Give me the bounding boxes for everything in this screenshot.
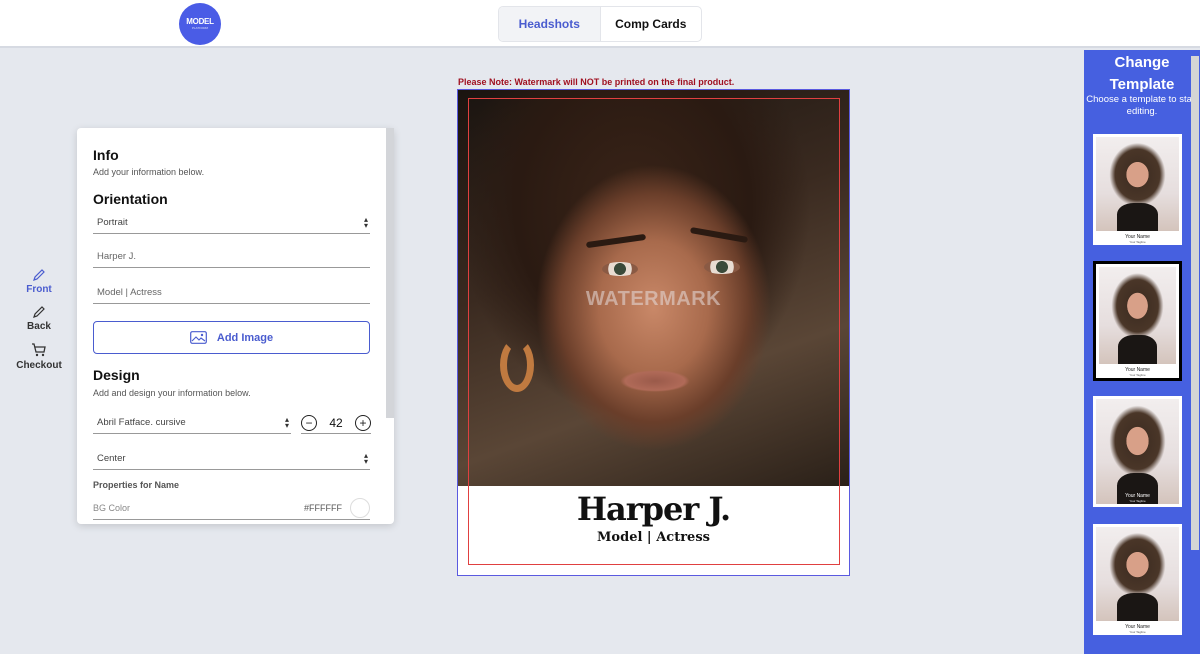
name-input-value: Harper J.: [97, 251, 137, 262]
template-thumb[interactable]: Your Name Your Tagline: [1093, 134, 1182, 245]
template-image: [1096, 137, 1179, 231]
tab-headshots[interactable]: Headshots: [499, 7, 601, 41]
tab-comp-cards[interactable]: Comp Cards: [601, 7, 702, 41]
template-tagline: Your Tagline: [1129, 240, 1146, 244]
decrease-icon[interactable]: −: [301, 414, 317, 431]
orientation-value: Portrait: [97, 217, 128, 228]
select-arrows-icon: ▴ ▾: [284, 414, 289, 430]
card-title[interactable]: Model | Actress: [458, 530, 849, 545]
font-size-stepper: − 42 +: [301, 412, 371, 434]
pencil-icon: [33, 269, 45, 281]
watermark-note: Please Note: Watermark will NOT be print…: [458, 77, 735, 87]
select-arrows-icon: ▴ ▾: [363, 450, 368, 466]
template-image: [1096, 527, 1179, 621]
properties-label: Properties for Name: [93, 480, 180, 490]
template-tagline: Your Tagline: [1129, 499, 1146, 503]
design-subtext: Add and design your information below.: [93, 388, 251, 398]
font-value: Abril Fatface. cursive: [97, 417, 186, 428]
headshot-preview[interactable]: WATERMARK Harper J. Model | Actress: [457, 89, 850, 576]
logo[interactable]: MODEL PLATFORM: [179, 3, 221, 45]
name-input[interactable]: Harper J.: [93, 246, 370, 268]
template-image: [1096, 399, 1179, 504]
brow: [689, 227, 749, 243]
template-tagline: Your Tagline: [1129, 373, 1146, 377]
nav-front-label: Front: [26, 284, 52, 295]
design-heading: Design: [93, 367, 140, 383]
pencil-icon: [33, 306, 45, 318]
bg-color-label: BG Color: [93, 502, 131, 513]
eye: [704, 260, 740, 274]
nav-checkout-label: Checkout: [16, 360, 62, 371]
template-thumb-selected[interactable]: Your Name Your Tagline: [1093, 261, 1182, 381]
earring: [500, 338, 534, 392]
top-bar: MODEL PLATFORM Headshots Comp Cards: [0, 0, 1200, 48]
headshot-photo: WATERMARK: [458, 90, 849, 486]
color-swatch[interactable]: [350, 497, 370, 518]
brow: [585, 233, 647, 249]
template-scrollbar[interactable]: [1191, 56, 1199, 550]
nav-checkout[interactable]: Checkout: [10, 342, 68, 371]
align-value: Center: [97, 453, 126, 464]
template-tagline: Your Tagline: [1129, 630, 1146, 634]
panel-scrollbar[interactable]: [386, 128, 394, 418]
eye: [602, 262, 638, 276]
card-name[interactable]: Harper J.: [458, 490, 849, 528]
info-subtext: Add your information below.: [93, 167, 205, 177]
nav-back-label: Back: [27, 321, 51, 332]
template-sidebar-title: Change Template: [1109, 54, 1175, 93]
title-input[interactable]: Model | Actress: [93, 282, 370, 304]
orientation-heading: Orientation: [93, 191, 168, 207]
template-sidebar-subtitle: Choose a template to start editing.: [1086, 94, 1198, 117]
logo-subtext: PLATFORM: [191, 25, 209, 30]
add-image-label: Add Image: [216, 331, 274, 344]
info-heading: Info: [93, 147, 119, 163]
increase-icon[interactable]: +: [354, 414, 371, 431]
align-select[interactable]: Center ▴ ▾: [93, 448, 370, 470]
product-tabs: Headshots Comp Cards: [498, 6, 702, 42]
logo-text: MODEL: [186, 16, 214, 26]
orientation-select[interactable]: Portrait ▴ ▾: [93, 212, 370, 234]
bg-color-field[interactable]: BG Color #FFFFFF: [93, 496, 370, 520]
template-thumb[interactable]: Your Name Your Tagline: [1093, 396, 1182, 507]
template-image: [1099, 267, 1176, 364]
select-arrows-icon: ▴ ▾: [363, 214, 368, 230]
image-icon: [189, 331, 207, 344]
nav-front[interactable]: Front: [10, 268, 68, 295]
side-nav: Front Back Checkout: [10, 268, 68, 381]
font-select[interactable]: Abril Fatface. cursive ▴ ▾: [93, 412, 291, 434]
bg-color-value: #FFFFFF: [304, 502, 342, 513]
title-input-value: Model | Actress: [97, 287, 162, 298]
nav-back[interactable]: Back: [10, 305, 68, 332]
cart-icon: [32, 343, 46, 357]
template-thumb[interactable]: Your Name Your Tagline: [1093, 524, 1182, 635]
lips: [620, 370, 690, 392]
watermark-text: WATERMARK: [585, 288, 722, 310]
template-sidebar: Change Template Choose a template to sta…: [1084, 50, 1200, 654]
editor-panel: Info Add your information below. Orienta…: [77, 128, 394, 524]
add-image-button[interactable]: Add Image: [93, 321, 370, 354]
font-size-value[interactable]: 42: [329, 416, 342, 430]
